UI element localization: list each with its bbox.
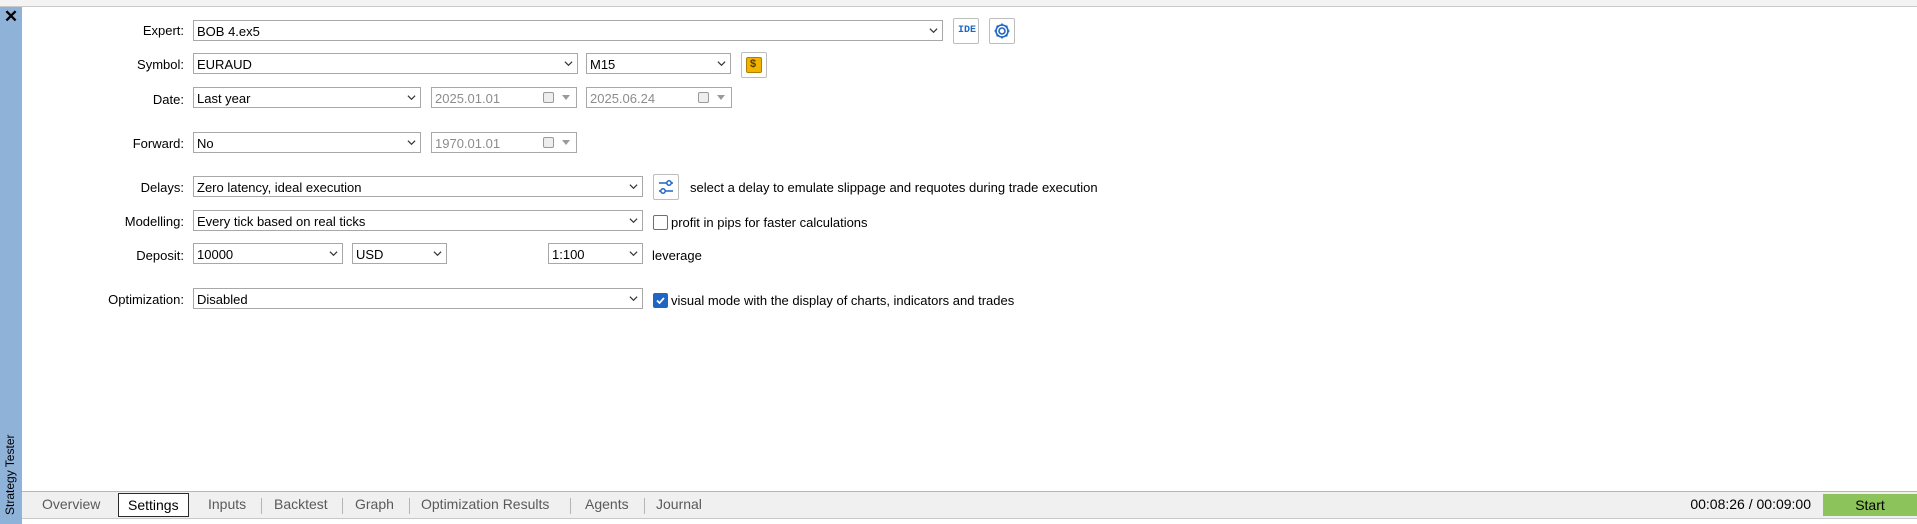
delay-settings-button[interactable] xyxy=(653,174,679,200)
date-label: Date: xyxy=(152,92,184,107)
chevron-down-icon xyxy=(407,95,416,101)
timeframe-select[interactable]: M15 xyxy=(586,53,731,74)
delays-label: Delays: xyxy=(140,180,184,195)
top-border xyxy=(0,0,1917,7)
dollar-icon: $ xyxy=(750,58,757,70)
visual-mode-checkbox[interactable] xyxy=(653,293,668,308)
chevron-down-icon xyxy=(564,61,573,67)
chevron-down-icon xyxy=(562,95,570,100)
forward-date-value: 1970.01.01 xyxy=(435,136,501,151)
ide-icon: IDE xyxy=(958,25,977,36)
optimization-select[interactable]: Disabled xyxy=(193,288,643,309)
visual-mode-label: visual mode with the display of charts, … xyxy=(671,293,1015,308)
deposit-label: Deposit: xyxy=(136,248,184,263)
optimization-label: Optimization: xyxy=(108,292,184,307)
delays-select[interactable]: Zero latency, ideal execution xyxy=(193,176,643,197)
deposit-amount-select[interactable]: 10000 xyxy=(193,243,343,264)
symbol-label: Symbol: xyxy=(137,57,184,72)
chevron-down-icon xyxy=(629,218,638,224)
forward-select[interactable]: No xyxy=(193,132,421,153)
test-timer: 00:08:26 / 00:09:00 xyxy=(1690,496,1811,512)
tester-tab-bar: Overview Settings Inputs Backtest Graph … xyxy=(22,491,1917,518)
chevron-down-icon xyxy=(407,140,416,146)
chevron-down-icon xyxy=(329,251,338,257)
deposit-amount-value: 10000 xyxy=(197,247,234,262)
tab-overview[interactable]: Overview xyxy=(42,494,100,517)
chevron-down-icon xyxy=(717,95,725,100)
tab-inputs[interactable]: Inputs xyxy=(208,494,246,517)
close-icon[interactable]: ✕ xyxy=(2,8,20,26)
ide-button[interactable]: IDE xyxy=(953,18,979,44)
date-range-select[interactable]: Last year xyxy=(193,87,421,108)
panel-title: Strategy Tester xyxy=(3,434,17,515)
gear-icon xyxy=(994,23,1010,39)
date-from-value: 2025.01.01 xyxy=(435,91,501,106)
symbol-value: EURAUD xyxy=(197,57,252,72)
bottom-border xyxy=(22,518,1917,524)
leverage-label: leverage xyxy=(652,248,702,263)
tab-graph[interactable]: Graph xyxy=(355,494,394,517)
currency-value: USD xyxy=(356,247,384,262)
chevron-down-icon xyxy=(629,184,638,190)
chevron-down-icon xyxy=(717,61,726,67)
tab-separator xyxy=(570,498,571,514)
tab-separator xyxy=(409,498,410,514)
start-button[interactable]: Start xyxy=(1823,494,1917,516)
tester-side-panel: ✕ Strategy Tester xyxy=(0,7,22,524)
chevron-down-icon xyxy=(629,251,638,257)
date-to-value: 2025.06.24 xyxy=(590,91,656,106)
calendar-icon xyxy=(543,137,554,148)
forward-date-picker[interactable]: 1970.01.01 xyxy=(431,132,577,153)
expert-settings-button[interactable] xyxy=(989,18,1015,44)
tab-separator xyxy=(261,498,262,514)
profit-in-pips-label: profit in pips for faster calculations xyxy=(671,215,868,230)
sliders-icon xyxy=(659,180,673,194)
currency-select[interactable]: USD xyxy=(352,243,447,264)
expert-value: BOB 4.ex5 xyxy=(197,24,260,39)
checkmark-icon xyxy=(656,297,665,305)
delays-hint: select a delay to emulate slippage and r… xyxy=(690,180,1098,195)
leverage-value: 1:100 xyxy=(552,247,585,262)
tab-separator xyxy=(644,498,645,514)
forward-label: Forward: xyxy=(132,136,184,151)
expert-label: Expert: xyxy=(142,23,184,38)
calendar-icon xyxy=(543,92,554,103)
date-to-picker[interactable]: 2025.06.24 xyxy=(586,87,732,108)
optimization-value: Disabled xyxy=(197,292,248,307)
symbol-select[interactable]: EURAUD xyxy=(193,53,578,74)
profit-in-pips-checkbox[interactable] xyxy=(653,215,668,230)
forward-value: No xyxy=(197,136,214,151)
date-from-picker[interactable]: 2025.01.01 xyxy=(431,87,577,108)
chevron-down-icon xyxy=(629,296,638,302)
tab-settings[interactable]: Settings xyxy=(118,493,189,517)
tab-agents[interactable]: Agents xyxy=(585,494,629,517)
delays-value: Zero latency, ideal execution xyxy=(197,180,362,195)
calendar-icon xyxy=(698,92,709,103)
tab-optimization-results[interactable]: Optimization Results xyxy=(421,494,549,517)
timeframe-value: M15 xyxy=(590,57,616,72)
tab-backtest[interactable]: Backtest xyxy=(274,494,328,517)
modelling-select[interactable]: Every tick based on real ticks xyxy=(193,210,643,231)
modelling-label: Modelling: xyxy=(124,214,184,229)
chevron-down-icon xyxy=(562,140,570,145)
expert-select[interactable]: BOB 4.ex5 xyxy=(193,20,943,41)
date-range-value: Last year xyxy=(197,91,251,106)
tab-separator xyxy=(342,498,343,514)
leverage-select[interactable]: 1:100 xyxy=(548,243,643,264)
modelling-value: Every tick based on real ticks xyxy=(197,214,366,229)
chevron-down-icon xyxy=(433,251,442,257)
symbol-properties-button[interactable]: $ xyxy=(741,52,767,78)
chevron-down-icon xyxy=(929,28,938,34)
tab-journal[interactable]: Journal xyxy=(656,494,702,517)
